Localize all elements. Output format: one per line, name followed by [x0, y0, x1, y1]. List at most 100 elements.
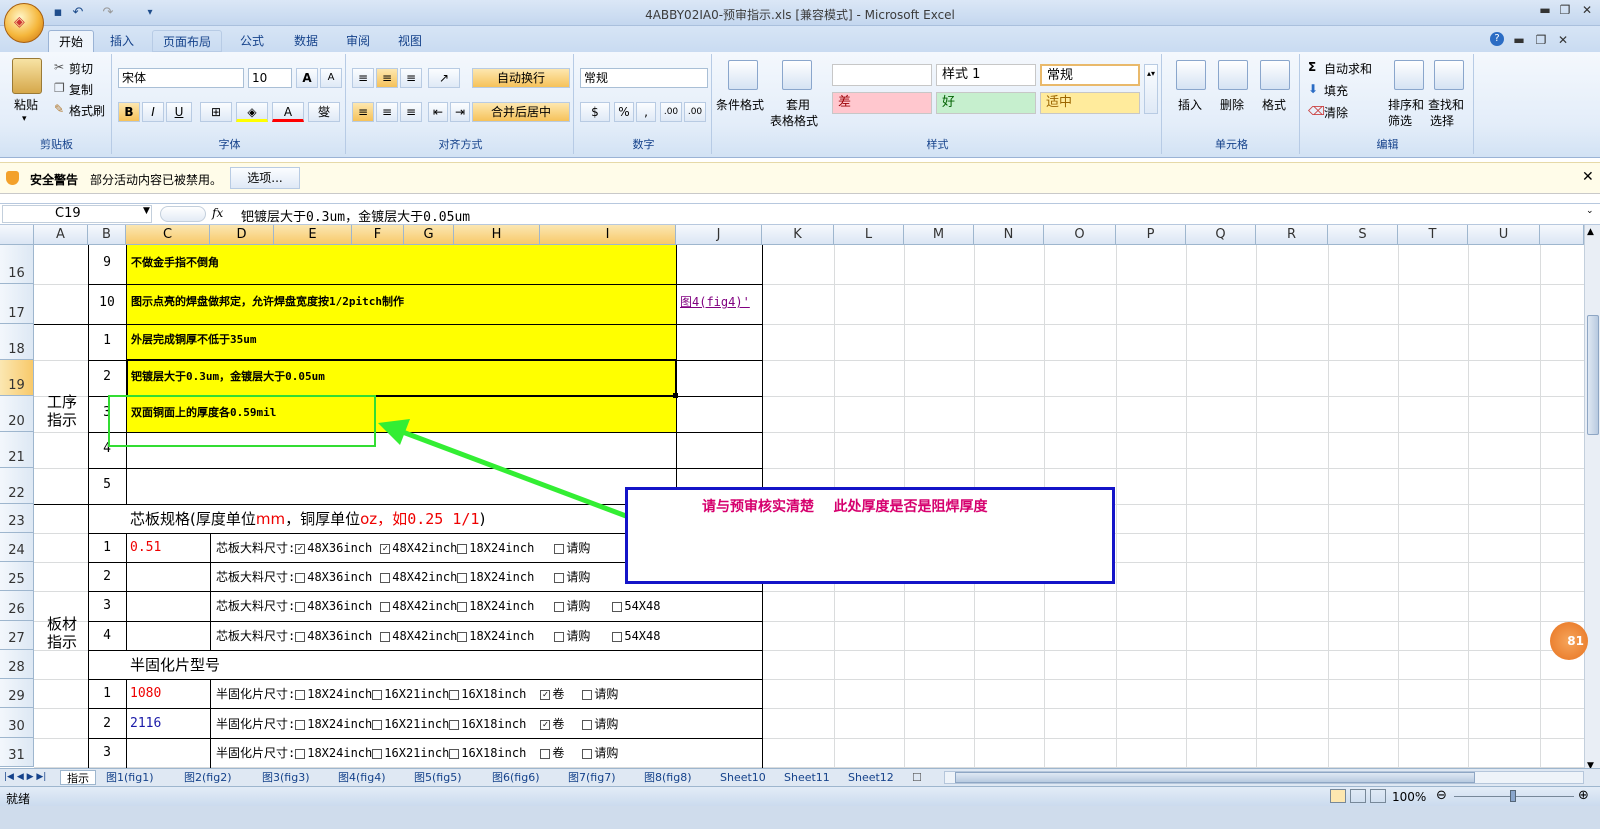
sheet-tab[interactable]: Sheet10 — [720, 770, 766, 785]
checkbox-16x21[interactable] — [372, 689, 383, 700]
copy-button[interactable]: 复制 — [69, 81, 93, 98]
formula-splitter[interactable] — [160, 206, 206, 222]
styles-scroll-icon[interactable]: ▴▾ — [1144, 64, 1158, 114]
formula-expand-icon[interactable]: ⌄ — [1586, 206, 1594, 216]
col-header-n[interactable]: N — [974, 225, 1044, 245]
row-header-24[interactable]: 24 — [0, 533, 34, 562]
col-header-t[interactable]: T — [1398, 225, 1468, 245]
restore-icon[interactable]: ❐ — [1558, 3, 1572, 17]
first-sheet-icon[interactable]: |◀ ◀ ▶ ▶| — [4, 770, 46, 785]
cut-button[interactable]: 剪切 — [69, 60, 93, 77]
office-button[interactable]: ◈ — [4, 3, 44, 43]
tab-review[interactable]: 审阅 — [336, 30, 380, 52]
h-scroll-thumb[interactable] — [955, 772, 1475, 783]
font-color-button[interactable]: A — [272, 102, 304, 122]
insert-cells-button[interactable]: 插入 — [1178, 96, 1202, 113]
tab-formulas[interactable]: 公式 — [230, 30, 274, 52]
vertical-scrollbar[interactable]: ▲ ▼ — [1584, 225, 1600, 782]
checkbox-48x36[interactable] — [295, 572, 306, 583]
sheet-tab[interactable]: 图5(fig5) — [414, 770, 462, 785]
core-row-num[interactable]: 1 — [88, 540, 126, 555]
checkbox-18x24[interactable] — [457, 572, 468, 583]
conditional-format-button[interactable]: 条件格式 — [716, 96, 764, 113]
style-cell-neutral[interactable]: 适中 — [1040, 92, 1140, 114]
core-row-value[interactable]: 0.51 — [130, 540, 161, 555]
checkbox-54x48[interactable] — [612, 631, 623, 642]
scroll-thumb[interactable] — [1587, 315, 1599, 435]
find-select-icon[interactable] — [1434, 60, 1464, 90]
style-cell-normal[interactable]: 常规 — [1040, 64, 1140, 86]
cell-c17[interactable]: 图示点亮的焊盘做邦定，允许焊盘宽度按1/2pitch制作 — [131, 293, 404, 309]
checkbox-48x36[interactable] — [295, 601, 306, 612]
align-center-icon[interactable]: ≡ — [376, 102, 398, 122]
underline-button[interactable]: U — [166, 102, 192, 122]
row-header-31[interactable]: 31 — [0, 738, 34, 767]
fill-icon[interactable]: ⬇ — [1308, 82, 1318, 96]
italic-button[interactable]: I — [142, 102, 164, 122]
checkbox-18x24[interactable] — [457, 601, 468, 612]
col-header-l[interactable]: L — [834, 225, 904, 245]
cell-c16[interactable]: 不做金手指不倒角 — [131, 254, 219, 270]
row-header-30[interactable]: 30 — [0, 708, 34, 738]
percent-button[interactable]: % — [614, 102, 634, 122]
currency-icon[interactable]: $ — [580, 102, 610, 122]
format-painter-icon[interactable]: ✎ — [54, 102, 64, 116]
font-size-combo[interactable]: 10 — [248, 68, 292, 88]
scroll-up-icon[interactable]: ▲ — [1587, 227, 1594, 237]
pp-row-num[interactable]: 3 — [88, 745, 126, 760]
checkbox-purchase[interactable] — [554, 543, 565, 554]
cell-b19[interactable]: 2 — [88, 369, 126, 384]
checkbox-purchase[interactable] — [554, 572, 565, 583]
delete-cells-button[interactable]: 删除 — [1220, 96, 1244, 113]
cut-icon[interactable]: ✂ — [54, 60, 64, 74]
autosum-icon[interactable]: Σ — [1308, 60, 1316, 74]
phonetic-button[interactable]: 燮 — [308, 102, 340, 122]
name-box[interactable]: C19 — [2, 205, 152, 223]
clear-icon[interactable]: ⌫ — [1308, 104, 1325, 118]
style-cell-bad[interactable]: 差 — [832, 92, 932, 114]
autosum-button[interactable]: 自动求和 — [1324, 60, 1372, 77]
bold-button[interactable]: B — [118, 102, 140, 122]
page-layout-view-icon[interactable] — [1350, 789, 1366, 803]
grow-font-button[interactable]: A — [296, 68, 318, 88]
checkbox-48x36[interactable] — [295, 631, 306, 642]
checkbox-18x24[interactable] — [295, 719, 306, 730]
insert-sheet-icon[interactable]: ☐ — [912, 770, 922, 785]
pp-row-num[interactable]: 2 — [88, 716, 126, 731]
formula-content[interactable]: 钯镀层大于0.3um，金镀层大于0.05um — [241, 206, 470, 225]
row-header-17[interactable]: 17 — [0, 284, 34, 324]
col-header-j[interactable]: J — [676, 225, 762, 245]
checkbox-48x42[interactable] — [380, 631, 391, 642]
checkbox-16x18[interactable] — [449, 719, 460, 730]
cell-b17[interactable]: 10 — [88, 295, 126, 310]
align-top-icon[interactable]: ≡ — [352, 68, 374, 88]
wb-close-icon[interactable]: ✕ — [1556, 33, 1570, 47]
row-header-18[interactable]: 18 — [0, 324, 34, 360]
merge-center-button[interactable]: 合并后居中 — [472, 102, 570, 122]
normal-view-icon[interactable] — [1330, 789, 1346, 803]
fill-handle[interactable] — [673, 393, 678, 398]
decrease-decimal-button[interactable]: .00 — [684, 102, 706, 122]
cell-c28[interactable]: 半固化片型号 — [130, 654, 220, 675]
checkbox-48x42[interactable]: ✓ — [380, 543, 391, 554]
format-painter-button[interactable]: 格式刷 — [69, 102, 105, 119]
sheet-tab[interactable]: Sheet12 — [848, 770, 894, 785]
insert-cells-icon[interactable] — [1176, 60, 1206, 90]
tab-view[interactable]: 视图 — [388, 30, 432, 52]
borders-icon[interactable]: ⊞ — [200, 102, 232, 122]
conditional-format-icon[interactable] — [728, 60, 758, 90]
minimize-icon[interactable]: ▬ — [1538, 3, 1552, 17]
col-header-g[interactable]: G — [404, 225, 454, 245]
paste-icon[interactable] — [12, 58, 42, 94]
style-cell-style1[interactable]: 样式 1 — [936, 64, 1036, 86]
checkbox-48x42[interactable] — [380, 572, 391, 583]
checkbox-18x24[interactable] — [457, 543, 468, 554]
col-header-f[interactable]: F — [352, 225, 404, 245]
col-header-q[interactable]: Q — [1186, 225, 1256, 245]
wb-restore-icon[interactable]: ❐ — [1534, 33, 1548, 47]
close-security-icon[interactable]: ✕ — [1582, 169, 1594, 185]
checkbox-16x18[interactable] — [449, 748, 460, 759]
col-header-i[interactable]: I — [540, 225, 676, 245]
wrap-text-button[interactable]: 自动换行 — [472, 68, 570, 88]
tab-home[interactable]: 开始 — [48, 30, 95, 52]
